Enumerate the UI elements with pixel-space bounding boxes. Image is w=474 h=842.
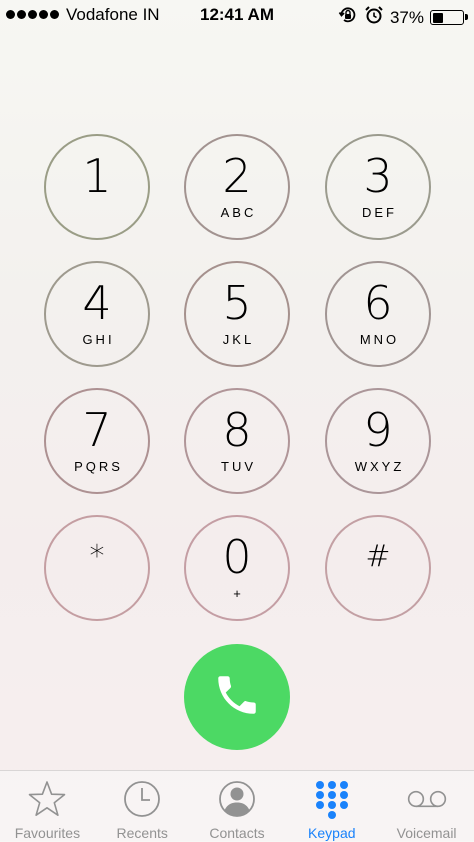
key-6[interactable]: 6 MNO xyxy=(325,261,431,367)
key-0[interactable]: 0 + xyxy=(184,515,290,621)
key-star[interactable]: * xyxy=(44,515,150,621)
key-digit: 7 xyxy=(82,403,112,457)
tab-label: Recents xyxy=(116,825,168,841)
key-letters: PQRS xyxy=(74,459,123,474)
key-2[interactable]: 2 ABC xyxy=(184,134,290,240)
key-letters: WXYZ xyxy=(354,459,405,474)
key-letters xyxy=(377,578,380,592)
key-4[interactable]: 4 GHI xyxy=(44,261,150,367)
key-digit: 8 xyxy=(222,403,252,457)
key-letters: TUV xyxy=(221,459,256,474)
keypad-icon xyxy=(310,777,354,821)
star-icon xyxy=(25,777,69,821)
tab-label: Contacts xyxy=(209,825,265,841)
tab-favourites[interactable]: Favourites xyxy=(0,771,95,842)
key-digit: 5 xyxy=(222,276,252,330)
key-digit: 9 xyxy=(363,403,393,457)
key-digit: * xyxy=(89,539,105,574)
tab-bar: Favourites Recents Contacts Keypad Voicemail xyxy=(0,770,474,842)
tab-label: Favourites xyxy=(14,825,81,841)
key-digit: 2 xyxy=(222,149,252,203)
key-8[interactable]: 8 TUV xyxy=(184,388,290,494)
tab-label: Keypad xyxy=(308,825,356,841)
tab-recents[interactable]: Recents xyxy=(95,771,190,842)
phone-icon xyxy=(212,670,262,725)
key-letters: JKL xyxy=(222,332,255,347)
key-3[interactable]: 3 DEF xyxy=(325,134,431,240)
key-digit: 4 xyxy=(82,276,112,330)
key-digit: # xyxy=(365,539,391,574)
key-5[interactable]: 5 JKL xyxy=(184,261,290,367)
key-1[interactable]: 1 xyxy=(44,134,150,240)
key-letters: ABC xyxy=(220,205,257,220)
tab-contacts[interactable]: Contacts xyxy=(190,771,285,842)
key-letters: + xyxy=(233,586,244,601)
tab-voicemail[interactable]: Voicemail xyxy=(379,771,474,842)
key-letters xyxy=(96,578,99,592)
call-button[interactable] xyxy=(184,644,290,750)
key-digit: 1 xyxy=(82,149,112,203)
contact-icon xyxy=(215,777,259,821)
key-digit: 3 xyxy=(363,149,393,203)
tab-keypad[interactable]: Keypad xyxy=(284,771,379,842)
key-9[interactable]: 9 WXYZ xyxy=(325,388,431,494)
key-letters: MNO xyxy=(359,332,400,347)
clock-icon xyxy=(120,777,164,821)
key-digit: 0 xyxy=(222,530,252,584)
key-letters: DEF xyxy=(362,205,397,220)
key-hash[interactable]: # xyxy=(325,515,431,621)
key-letters: GHI xyxy=(82,332,115,347)
key-7[interactable]: 7 PQRS xyxy=(44,388,150,494)
tab-label: Voicemail xyxy=(396,825,457,841)
voicemail-icon xyxy=(405,777,449,821)
key-letters xyxy=(96,205,99,219)
key-digit: 6 xyxy=(363,276,393,330)
